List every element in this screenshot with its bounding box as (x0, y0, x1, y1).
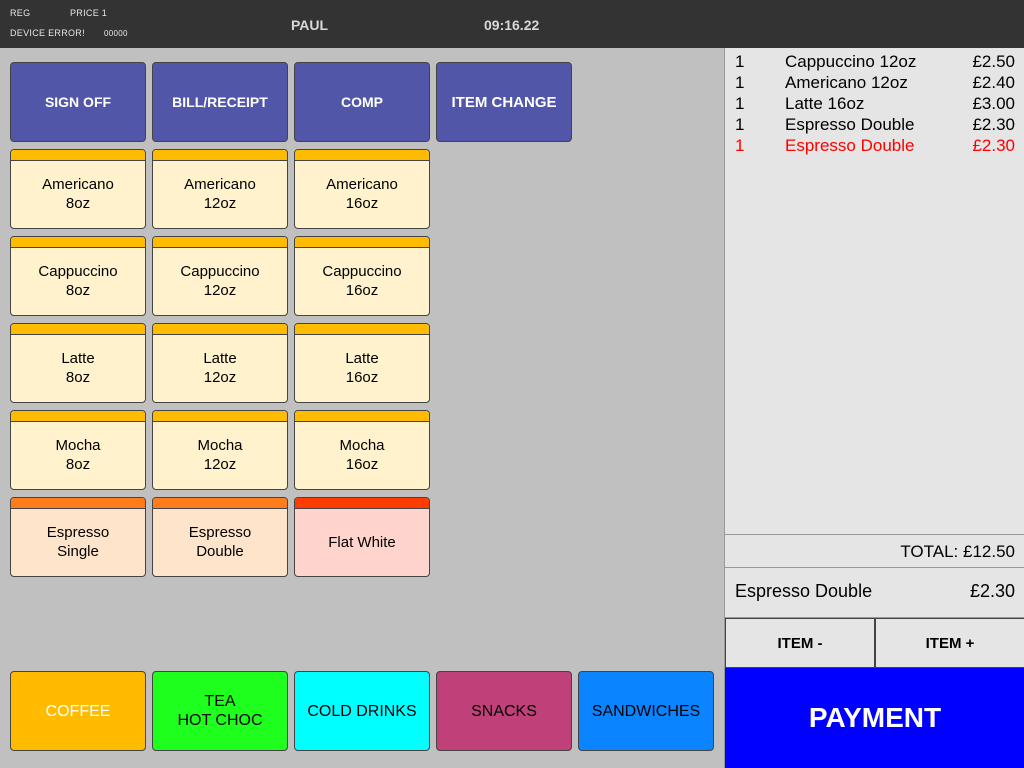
product-button-latte-8oz[interactable]: Latte 8oz (10, 323, 146, 403)
category-sandwiches-button[interactable]: SANDWICHES (578, 671, 714, 751)
category-cold-drinks-button[interactable]: COLD DRINKS (294, 671, 430, 751)
order-line[interactable]: 1 Cappuccino 12oz £2.50 (735, 52, 1015, 73)
item-plus-button[interactable]: ITEM + (875, 618, 1024, 668)
selected-item: Espresso Double £2.30 (725, 568, 1024, 618)
order-line[interactable]: 1 Latte 16oz £3.00 (735, 94, 1015, 115)
product-button-latte-16oz[interactable]: Latte 16oz (294, 323, 430, 403)
product-button-americano-16oz[interactable]: Americano 16oz (294, 149, 430, 229)
clock: 09:16.22 (484, 17, 540, 33)
product-button-mocha-16oz[interactable]: Mocha 16oz (294, 410, 430, 490)
product-button-cappuccino-12oz[interactable]: Cappuccino 12oz (152, 236, 288, 316)
category-coffee-button[interactable]: COFFEE (10, 671, 146, 751)
selected-item-price: £2.30 (969, 581, 1015, 601)
product-button-flat-white[interactable]: Flat White (294, 497, 430, 577)
product-button-americano-8oz[interactable]: Americano 8oz (10, 149, 146, 229)
item-minus-button[interactable]: ITEM - (725, 618, 875, 668)
payment-button[interactable]: PAYMENT (725, 668, 1024, 768)
category-tea-hot-choc-button[interactable]: TEA HOT CHOC (152, 671, 288, 751)
item-change-button[interactable]: ITEM CHANGE (436, 62, 572, 142)
register-label: REG (10, 8, 31, 18)
error-code: 00000 (104, 29, 128, 38)
order-line[interactable]: 1 Americano 12oz £2.40 (735, 73, 1015, 94)
price-level-label: PRICE 1 (70, 8, 108, 18)
device-error-label: DEVICE ERROR! (10, 28, 85, 38)
product-button-latte-12oz[interactable]: Latte 12oz (152, 323, 288, 403)
status-bar: REG PRICE 1 DEVICE ERROR! 00000 PAUL 09:… (0, 0, 1024, 48)
order-line-selected[interactable]: 1 Espresso Double £2.30 (735, 136, 1015, 157)
product-button-americano-12oz[interactable]: Americano 12oz (152, 149, 288, 229)
selected-item-name: Espresso Double (735, 581, 873, 601)
product-button-espresso-single[interactable]: Espresso Single (10, 497, 146, 577)
order-total: TOTAL: £12.50 (725, 534, 1024, 568)
order-line[interactable]: 1 Espresso Double £2.30 (735, 115, 1015, 136)
bill-receipt-button[interactable]: BILL/RECEIPT (152, 62, 288, 142)
product-button-cappuccino-8oz[interactable]: Cappuccino 8oz (10, 236, 146, 316)
comp-button[interactable]: COMP (294, 62, 430, 142)
operator-name: PAUL (291, 17, 329, 33)
product-button-cappuccino-16oz[interactable]: Cappuccino 16oz (294, 236, 430, 316)
order-panel: 1 Cappuccino 12oz £2.50 1 Americano 12oz… (724, 48, 1024, 768)
sign-off-button[interactable]: SIGN OFF (10, 62, 146, 142)
total-label: TOTAL: £12.50 (900, 542, 1015, 561)
product-button-mocha-8oz[interactable]: Mocha 8oz (10, 410, 146, 490)
product-button-mocha-12oz[interactable]: Mocha 12oz (152, 410, 288, 490)
product-button-espresso-double[interactable]: Espresso Double (152, 497, 288, 577)
category-snacks-button[interactable]: SNACKS (436, 671, 572, 751)
